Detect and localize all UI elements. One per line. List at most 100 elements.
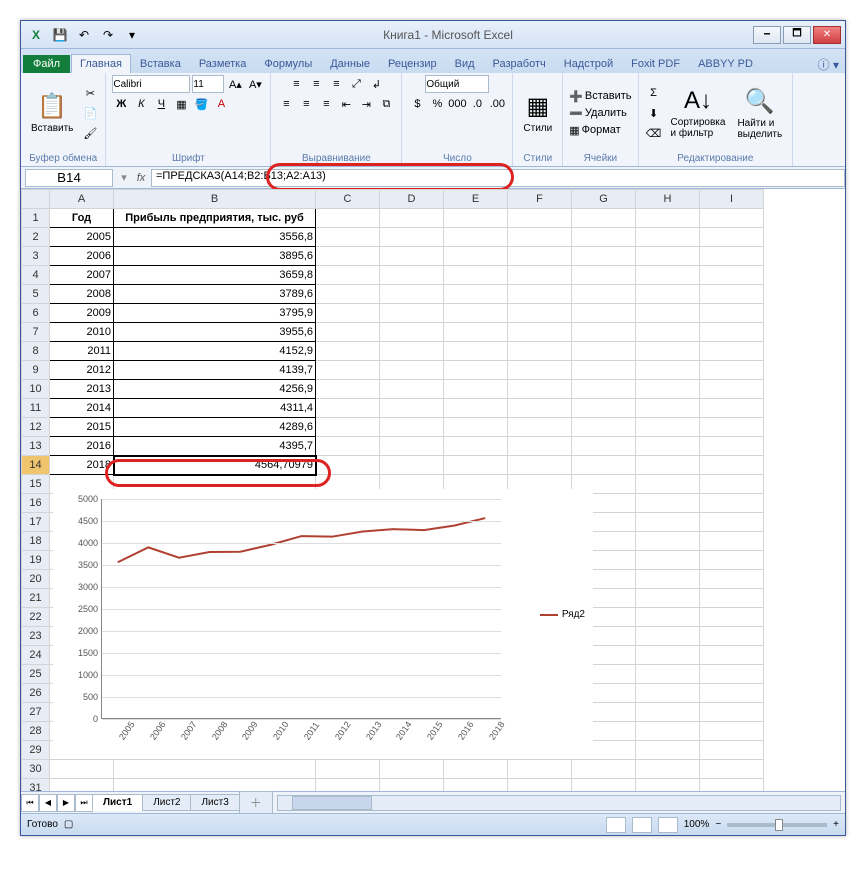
cell-I14[interactable] xyxy=(700,456,764,475)
cell-G5[interactable] xyxy=(572,285,636,304)
cell-D2[interactable] xyxy=(380,228,444,247)
cell-E3[interactable] xyxy=(444,247,508,266)
cell-F11[interactable] xyxy=(508,399,572,418)
cell-G2[interactable] xyxy=(572,228,636,247)
scrollbar-thumb[interactable] xyxy=(292,796,372,810)
cell-H9[interactable] xyxy=(636,361,700,380)
column-header-I[interactable]: I xyxy=(700,190,764,209)
row-header-16[interactable]: 16 xyxy=(22,494,50,513)
cell-A2[interactable]: 2005 xyxy=(50,228,114,247)
cell-C11[interactable] xyxy=(316,399,380,418)
cell-D30[interactable] xyxy=(380,760,444,779)
close-button[interactable]: ✕ xyxy=(813,26,841,44)
cell-C8[interactable] xyxy=(316,342,380,361)
cell-A10[interactable]: 2013 xyxy=(50,380,114,399)
cell-D11[interactable] xyxy=(380,399,444,418)
cell-B30[interactable] xyxy=(114,760,316,779)
sheet-nav-last-icon[interactable]: ⏭ xyxy=(75,794,93,812)
cell-I6[interactable] xyxy=(700,304,764,323)
cell-I4[interactable] xyxy=(700,266,764,285)
cell-B12[interactable]: 4289,6 xyxy=(114,418,316,437)
cell-H31[interactable] xyxy=(636,779,700,792)
cell-I15[interactable] xyxy=(700,475,764,494)
cell-A4[interactable]: 2007 xyxy=(50,266,114,285)
cell-I23[interactable] xyxy=(700,627,764,646)
cell-I22[interactable] xyxy=(700,608,764,627)
row-header-30[interactable]: 30 xyxy=(22,760,50,779)
cell-D12[interactable] xyxy=(380,418,444,437)
cell-I27[interactable] xyxy=(700,703,764,722)
cell-G6[interactable] xyxy=(572,304,636,323)
cell-F10[interactable] xyxy=(508,380,572,399)
align-center-icon[interactable]: ≡ xyxy=(297,95,315,113)
cell-C14[interactable] xyxy=(316,456,380,475)
cell-C7[interactable] xyxy=(316,323,380,342)
sheet-add-button[interactable]: ＋ xyxy=(239,791,273,814)
row-header-15[interactable]: 15 xyxy=(22,475,50,494)
cell-I2[interactable] xyxy=(700,228,764,247)
cell-H7[interactable] xyxy=(636,323,700,342)
cell-G4[interactable] xyxy=(572,266,636,285)
cell-D31[interactable] xyxy=(380,779,444,792)
cell-E14[interactable] xyxy=(444,456,508,475)
cell-E10[interactable] xyxy=(444,380,508,399)
italic-icon[interactable]: К xyxy=(132,95,150,113)
cell-I25[interactable] xyxy=(700,665,764,684)
row-header-28[interactable]: 28 xyxy=(22,722,50,741)
row-header-3[interactable]: 3 xyxy=(22,247,50,266)
row-header-7[interactable]: 7 xyxy=(22,323,50,342)
cell-A6[interactable]: 2009 xyxy=(50,304,114,323)
cell-A13[interactable]: 2016 xyxy=(50,437,114,456)
cell-A14[interactable]: 2018 xyxy=(50,456,114,475)
cell-C2[interactable] xyxy=(316,228,380,247)
cell-I20[interactable] xyxy=(700,570,764,589)
row-header-27[interactable]: 27 xyxy=(22,703,50,722)
font-color-icon[interactable]: A xyxy=(212,95,230,113)
row-header-12[interactable]: 12 xyxy=(22,418,50,437)
cell-C10[interactable] xyxy=(316,380,380,399)
cell-H21[interactable] xyxy=(636,589,700,608)
ribbon-tab-abbyy pd[interactable]: ABBYY PD xyxy=(689,54,762,73)
cell-F7[interactable] xyxy=(508,323,572,342)
cell-D5[interactable] xyxy=(380,285,444,304)
save-icon[interactable]: 💾 xyxy=(49,25,71,45)
cell-B8[interactable]: 4152,9 xyxy=(114,342,316,361)
ribbon-tab-foxit pdf[interactable]: Foxit PDF xyxy=(622,54,689,73)
cell-F13[interactable] xyxy=(508,437,572,456)
sheet-tab-Лист3[interactable]: Лист3 xyxy=(190,794,239,811)
delete-cells-button[interactable]: ➖Удалить xyxy=(569,107,631,120)
cell-G3[interactable] xyxy=(572,247,636,266)
cell-H19[interactable] xyxy=(636,551,700,570)
cell-H23[interactable] xyxy=(636,627,700,646)
sort-filter-button[interactable]: A↓ Сортировка и фильтр xyxy=(667,85,730,141)
sum-icon[interactable]: Σ xyxy=(645,84,663,102)
increase-font-icon[interactable]: A▴ xyxy=(226,75,244,93)
cell-C9[interactable] xyxy=(316,361,380,380)
ribbon-tab-данные[interactable]: Данные xyxy=(321,54,379,73)
cell-I31[interactable] xyxy=(700,779,764,792)
cell-B2[interactable]: 3556,8 xyxy=(114,228,316,247)
cell-I1[interactable] xyxy=(700,209,764,228)
row-header-17[interactable]: 17 xyxy=(22,513,50,532)
increase-indent-icon[interactable]: ⇥ xyxy=(357,95,375,113)
cell-H11[interactable] xyxy=(636,399,700,418)
sheet-tab-Лист2[interactable]: Лист2 xyxy=(142,794,191,811)
row-header-21[interactable]: 21 xyxy=(22,589,50,608)
cell-C6[interactable] xyxy=(316,304,380,323)
cell-D10[interactable] xyxy=(380,380,444,399)
cell-E9[interactable] xyxy=(444,361,508,380)
cell-C31[interactable] xyxy=(316,779,380,792)
cell-E8[interactable] xyxy=(444,342,508,361)
sheet-nav-prev-icon[interactable]: ◀ xyxy=(39,794,57,812)
cell-H29[interactable] xyxy=(636,741,700,760)
cell-D3[interactable] xyxy=(380,247,444,266)
cell-I21[interactable] xyxy=(700,589,764,608)
row-header-10[interactable]: 10 xyxy=(22,380,50,399)
cell-H15[interactable] xyxy=(636,475,700,494)
cell-E6[interactable] xyxy=(444,304,508,323)
cell-C30[interactable] xyxy=(316,760,380,779)
cell-F8[interactable] xyxy=(508,342,572,361)
cell-B1[interactable]: Прибыль предприятия, тыс. руб xyxy=(114,209,316,228)
view-normal-icon[interactable] xyxy=(606,817,626,833)
clear-icon[interactable]: ⌫ xyxy=(645,124,663,142)
